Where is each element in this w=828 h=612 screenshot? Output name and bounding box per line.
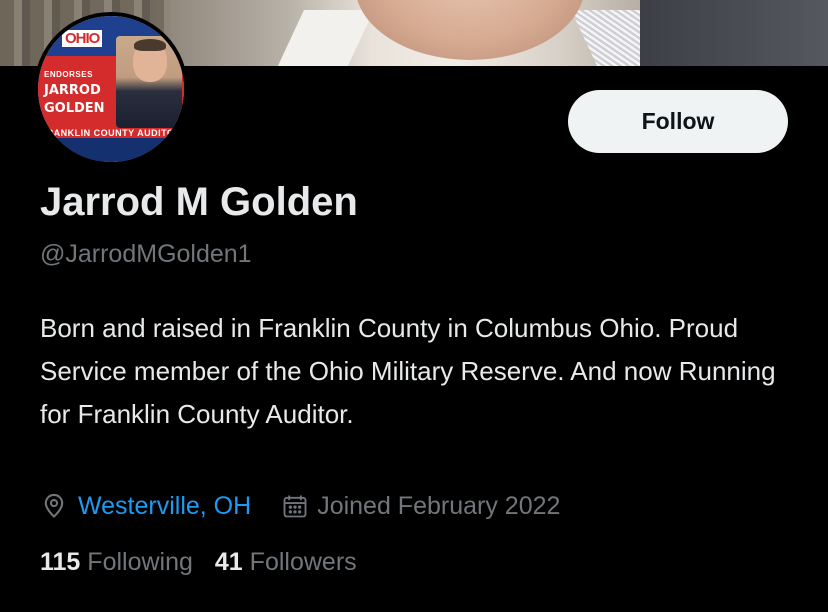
avatar-ohio-logo: OHIO <box>62 30 103 47</box>
profile-avatar[interactable]: OHIO ENDORSES JARROD GOLDEN FRANKLIN COU… <box>34 12 188 166</box>
profile-stats: 115 Following 41 Followers <box>40 548 379 577</box>
banner-face <box>355 0 585 60</box>
followers-label: Followers <box>249 548 357 576</box>
calendar-icon <box>281 492 309 520</box>
avatar-name-line2: GOLDEN <box>44 101 105 116</box>
avatar-name-line1: JARROD <box>44 83 101 98</box>
avatar-office-text: FRANKLIN COUNTY AUDITOR <box>40 128 182 138</box>
joined-date: Joined February 2022 <box>317 491 561 520</box>
following-count: 115 <box>40 548 81 576</box>
followers-count: 41 <box>214 548 243 576</box>
avatar-endorses-text: ENDORSES <box>44 70 93 79</box>
follow-button[interactable]: Follow <box>568 90 788 153</box>
location-pin-icon <box>40 492 68 520</box>
avatar-bottom-band <box>38 138 184 162</box>
profile-bio: Born and raised in Franklin County in Co… <box>40 313 776 429</box>
profile-meta: Westerville, OH Joined February 2022 <box>40 488 560 524</box>
banner-jacket <box>640 0 828 66</box>
followers-link[interactable]: 41 Followers <box>215 548 357 577</box>
location-link[interactable]: Westerville, OH <box>78 492 251 521</box>
user-handle: @JarrodMGolden1 <box>40 240 252 268</box>
avatar-photo-hair <box>134 39 166 51</box>
banner-shirt-collar <box>276 10 374 66</box>
display-name: Jarrod M Golden <box>40 180 358 224</box>
following-label: Following <box>87 548 193 576</box>
following-link[interactable]: 115 Following <box>40 548 193 577</box>
